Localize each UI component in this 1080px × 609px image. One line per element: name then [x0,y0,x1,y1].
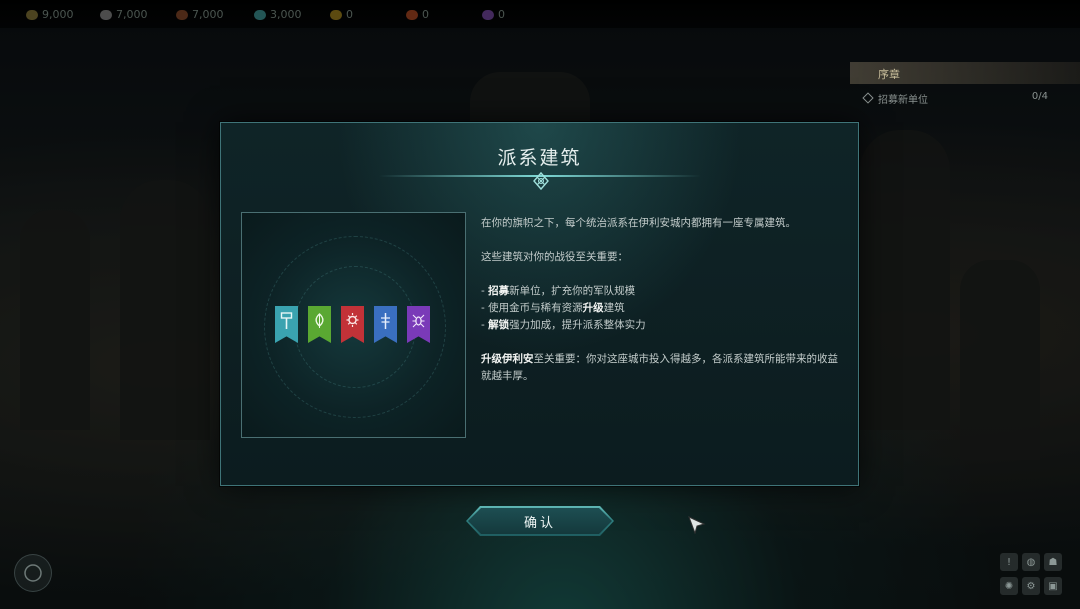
resource-item: 0 [482,8,505,21]
faction-banners [275,306,430,343]
resource-value: 9,000 [42,8,74,21]
faction-banner [308,306,331,343]
faction-banners-illustration [241,212,466,438]
alert-icon: ! [1006,556,1011,568]
resource-value: 0 [422,8,429,21]
helmet-icon: ☗ [1048,556,1058,568]
faction-banner [374,306,397,343]
helmet-button[interactable]: ☗ [1044,553,1062,571]
resource-value: 7,000 [192,8,224,21]
dialog-title: 派系建筑 [497,147,582,169]
cursor-icon [688,516,706,534]
bullet-text: 建筑 [603,302,625,314]
bullet-upgrade: - 使用金币与稀有资源升级建筑 [481,300,841,317]
objective-label: 招募新单位 [878,95,928,106]
resource-item: 7,000 [100,8,148,21]
upgrade-highlight: 升级伊利安 [481,353,534,365]
ore-icon [176,9,188,20]
resource-value: 3,000 [270,8,302,21]
resource-value: 0 [346,8,353,21]
alert-button[interactable]: ! [1000,553,1018,571]
bullet-recruit: - 招募新单位，扩充你的军队规模 [481,283,841,300]
resource-item: 9,000 [26,8,74,21]
confirm-button[interactable]: 确认 [466,506,614,536]
objective-diamond-icon [862,92,874,104]
mercury-icon [406,9,418,20]
save-button[interactable]: ▣ [1044,577,1062,595]
bullet-text: 新单位，扩充你的军队规模 [509,285,636,297]
resource-value: 0 [498,8,505,21]
resource-value: 7,000 [116,8,148,21]
settings-icon: ⚙ [1026,580,1036,592]
gem-icon [482,9,494,20]
minimap-toggle-button[interactable] [14,554,52,592]
quest-title: 序章 [878,68,900,81]
confirm-label: 确认 [523,515,556,531]
faction-banner [341,306,364,343]
bullet-text: 强力加成，提升派系整体实力 [509,319,646,331]
bullet-highlight: 升级 [582,302,604,314]
bullet-prefix: - 使用金币与稀有资源 [481,302,583,314]
leaf-icon [315,313,324,328]
bullet-highlight: 解锁 [488,319,510,331]
bullet-unlock: - 解锁强力加成，提升派系整体实力 [481,317,841,334]
save-icon: ▣ [1048,580,1058,592]
resource-item: 0 [330,8,353,21]
crystal-icon [254,9,266,20]
globe-button[interactable]: ◍ [1022,553,1040,571]
resource-item: 3,000 [254,8,302,21]
dialog-body: 在你的旗帜之下，每个统治派系在伊利安城内都拥有一座专属建筑。 这些建筑对你的战役… [481,215,841,385]
faction-buildings-dialog: 派系建筑 在你的旗帜之下，每个统治派系在伊利安城内都拥有一座专属建筑。 这些建筑… [220,122,859,486]
spear-icon [381,313,390,329]
importance-text: 这些建筑对你的战役至关重要： [481,251,628,263]
faction-banner [275,306,298,343]
faction-banner [407,306,430,343]
wood-icon [26,9,38,20]
quest-header[interactable]: 序章 [850,62,1080,84]
stone-icon [100,9,112,20]
celtic-knot-icon [533,171,549,191]
compass-icon [24,564,42,582]
hammer-icon [280,312,293,329]
settings-button[interactable]: ⚙ [1022,577,1040,595]
gear-icon: ✺ [1004,580,1014,592]
bullet-highlight: 招募 [488,285,510,297]
gold-icon [330,9,342,20]
gear-button[interactable]: ✺ [1000,577,1018,595]
spider-icon [412,314,425,328]
quest-objective[interactable]: 招募新单位 0/4 [862,90,1054,106]
resource-bar: 9,000 7,000 7,000 3,000 0 0 0 [0,0,1080,28]
objective-progress: 0/4 [1031,91,1048,102]
globe-icon: ◍ [1026,556,1036,568]
sun-icon [346,313,359,327]
resource-item: 7,000 [176,8,224,21]
intro-text: 在你的旗帜之下，每个统治派系在伊利安城内都拥有一座专属建筑。 [481,217,796,229]
upgrade-note: 升级伊利安至关重要：你对这座城市投入得越多，各派系建筑所能带来的收益就越丰厚。 [481,351,841,385]
upgrade-text: 至关重要：你对这座城市投入得越多，各派系建筑所能带来的收益就越丰厚。 [481,353,838,382]
resource-item: 0 [406,8,429,21]
